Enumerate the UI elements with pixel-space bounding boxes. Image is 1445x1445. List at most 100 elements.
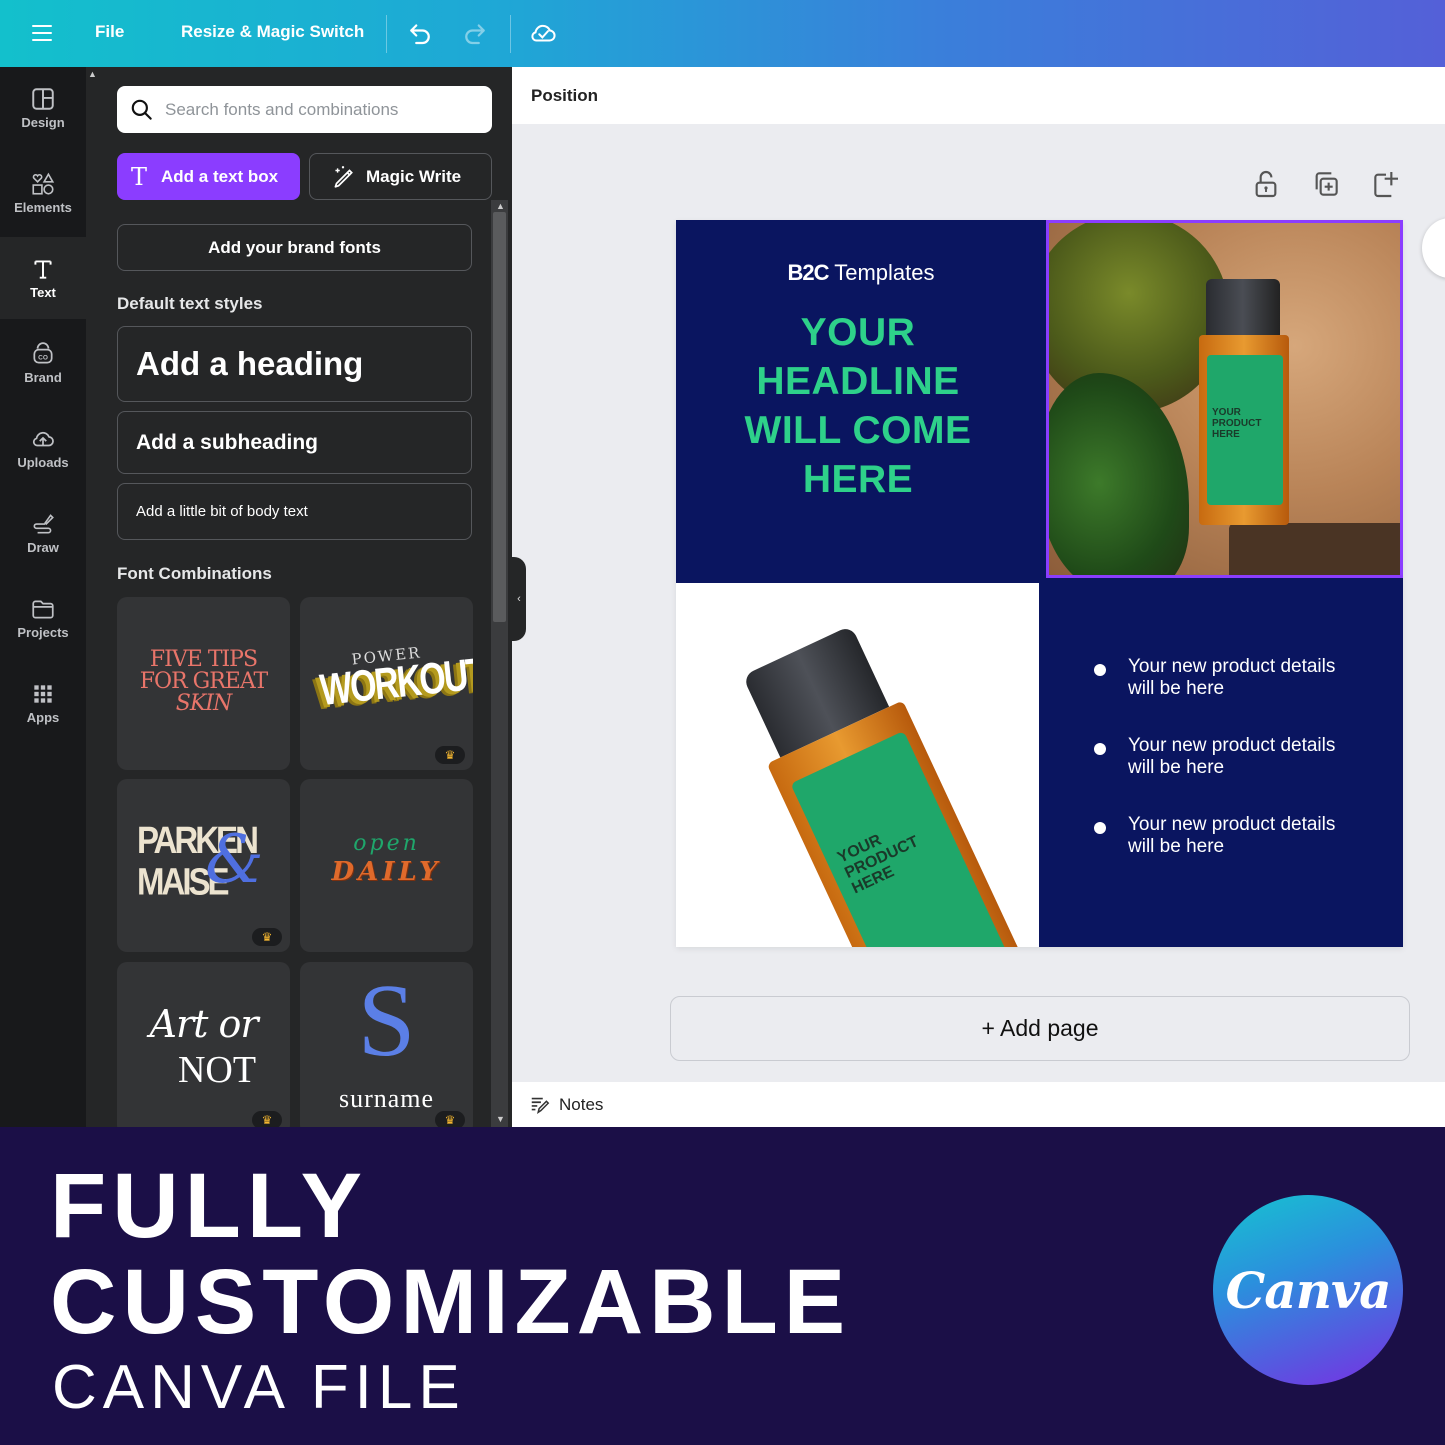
product-label: YOUR PRODUCT HERE (1207, 355, 1283, 505)
add-text-box-label: Add a text box (161, 166, 279, 186)
list-item[interactable]: Your new product details will be here (1094, 656, 1358, 700)
sidebar-item-label: Brand (24, 370, 62, 385)
canva-editor: File Resize & Magic Switch Design Elemen… (0, 0, 1445, 1127)
banner-line-2: CUSTOMIZABLE (50, 1251, 852, 1353)
top-bar: File Resize & Magic Switch (0, 0, 1445, 67)
font-combination-card[interactable]: S surname ♛ (300, 962, 473, 1127)
layout-icon (32, 88, 54, 110)
apps-grid-icon (34, 685, 52, 703)
magic-write-button[interactable]: Magic Write (309, 153, 492, 200)
product-photo-selected[interactable]: YOUR PRODUCT HERE (1046, 220, 1403, 578)
pro-crown-icon: ♛ (252, 928, 282, 946)
banner-line-3: CANVA FILE (52, 1353, 466, 1422)
combo-preview-text: S (357, 963, 416, 1078)
sidebar-item-label: Uploads (17, 455, 69, 470)
magic-write-label: Magic Write (366, 166, 462, 186)
product-photo[interactable]: YOUR PRODUCT HERE (676, 583, 1039, 947)
sidebar-item-text[interactable]: Text (0, 237, 86, 319)
add-heading-button[interactable]: Add a heading (117, 326, 472, 402)
notes-button[interactable]: Notes (529, 1094, 603, 1116)
tilted-bottle: YOUR PRODUCT HERE (706, 596, 1039, 947)
add-text-box-button[interactable]: T Add a text box (117, 153, 300, 200)
combo-preview-text: FIVE TIPS FOR GREAT SKIN (139, 647, 268, 716)
font-combination-card[interactable]: PARKEN MAISE & ♛ (117, 779, 290, 952)
text-panel: T Add a text box Magic Write Add your br… (86, 67, 512, 1127)
divider (510, 15, 511, 53)
default-text-styles-title: Default text styles (117, 294, 263, 313)
headline-text[interactable]: YOUR HEADLINE WILL COME HERE (676, 308, 1040, 504)
bottom-bar: Notes (512, 1082, 1445, 1127)
lock-icon[interactable] (1250, 167, 1282, 201)
scroll-down-arrow-icon[interactable]: ▼ (496, 1114, 505, 1124)
canva-logo-text: Canva (1225, 1260, 1392, 1320)
font-combinations-title: Font Combinations (117, 564, 272, 583)
resize-magic-switch-button[interactable]: Resize & Magic Switch (181, 22, 364, 42)
hamburger-icon[interactable] (28, 20, 56, 46)
bullet-dot (1094, 822, 1106, 834)
notes-label: Notes (559, 1095, 604, 1114)
sidebar-item-label: Elements (14, 200, 72, 215)
sidebar-item-uploads[interactable]: Uploads (0, 407, 86, 489)
text-icon: T (131, 162, 148, 191)
add-page-icon[interactable] (1370, 167, 1402, 201)
combo-preview-text: open (353, 831, 420, 856)
scroll-up-arrow-icon[interactable]: ▲ (496, 201, 505, 211)
combo-preview-text: Art or (149, 1002, 259, 1046)
bullet-dot (1094, 743, 1106, 755)
shapes-icon (32, 172, 55, 195)
sidebar-item-brand[interactable]: CO Brand (0, 322, 86, 404)
divider (386, 15, 387, 53)
collapse-panel-button[interactable]: ‹ (512, 557, 526, 641)
pro-crown-icon: ♛ (435, 746, 465, 764)
sidebar-item-apps[interactable]: Apps (0, 662, 86, 744)
add-body-text-button[interactable]: Add a little bit of body text (117, 483, 472, 540)
list-item[interactable]: Your new product details will be here (1094, 735, 1358, 779)
add-brand-fonts-button[interactable]: Add your brand fonts (117, 224, 472, 271)
sidebar-item-label: Draw (27, 540, 59, 555)
file-menu-button[interactable]: File (95, 22, 124, 42)
combo-preview-text: NOT (177, 1049, 257, 1091)
banner-line-1: FULLY (50, 1155, 368, 1257)
combo-preview-text: DAILY (331, 857, 442, 887)
rail-scroll-up-icon[interactable]: ▲ (88, 69, 97, 79)
sidebar-item-design[interactable]: Design (0, 67, 86, 149)
position-button[interactable]: Position (531, 86, 598, 106)
combo-preview-text: surname (338, 1084, 435, 1113)
sidebar-item-label: Text (30, 285, 56, 300)
svg-text:CO: CO (38, 354, 48, 361)
context-toolbar: Position (512, 67, 1445, 124)
font-search-input[interactable] (165, 99, 475, 120)
product-details-block[interactable]: Your new product details will be here Yo… (1039, 578, 1403, 947)
font-combination-card[interactable]: FIVE TIPS FOR GREAT SKIN (117, 597, 290, 770)
pro-crown-icon: ♛ (435, 1111, 465, 1127)
sidebar-item-draw[interactable]: Draw (0, 492, 86, 574)
sidebar-rail: Design Elements Text CO Brand Uploads Dr… (0, 67, 86, 1127)
pro-crown-icon: ♛ (252, 1111, 282, 1127)
list-item[interactable]: Your new product details will be here (1094, 814, 1358, 858)
font-search-box[interactable] (117, 86, 492, 133)
sidebar-item-label: Apps (26, 710, 60, 725)
brand-logo: B2C Templates (787, 260, 935, 285)
font-combination-card[interactable]: POWER WORKOUT ♛ (300, 597, 473, 770)
add-page-button[interactable]: + Add page (670, 996, 1410, 1061)
font-combination-card[interactable]: open DAILY (300, 779, 473, 952)
search-icon (131, 99, 152, 120)
undo-icon[interactable] (405, 18, 435, 48)
panel-scrollbar-thumb[interactable] (493, 212, 506, 622)
duplicate-page-icon[interactable] (1310, 167, 1342, 201)
design-page[interactable]: B2C Templates YOUR HEADLINE WILL COME HE… (676, 220, 1403, 947)
draw-icon (33, 514, 54, 534)
redo-icon[interactable] (460, 18, 490, 48)
rock-decoration (1229, 523, 1400, 575)
cloud-upload-icon (32, 431, 54, 447)
sidebar-item-projects[interactable]: Projects (0, 577, 86, 659)
add-subheading-button[interactable]: Add a subheading (117, 411, 472, 474)
sidebar-item-elements[interactable]: Elements (0, 152, 86, 234)
text-icon (34, 260, 52, 279)
cloud-check-icon[interactable] (528, 18, 558, 48)
bullet-dot (1094, 664, 1106, 676)
headline-block[interactable]: B2C Templates YOUR HEADLINE WILL COME HE… (676, 220, 1046, 583)
folder-icon (32, 600, 54, 619)
combo-preview-text: & (205, 821, 264, 898)
font-combination-card[interactable]: Art or NOT ♛ (117, 962, 290, 1127)
